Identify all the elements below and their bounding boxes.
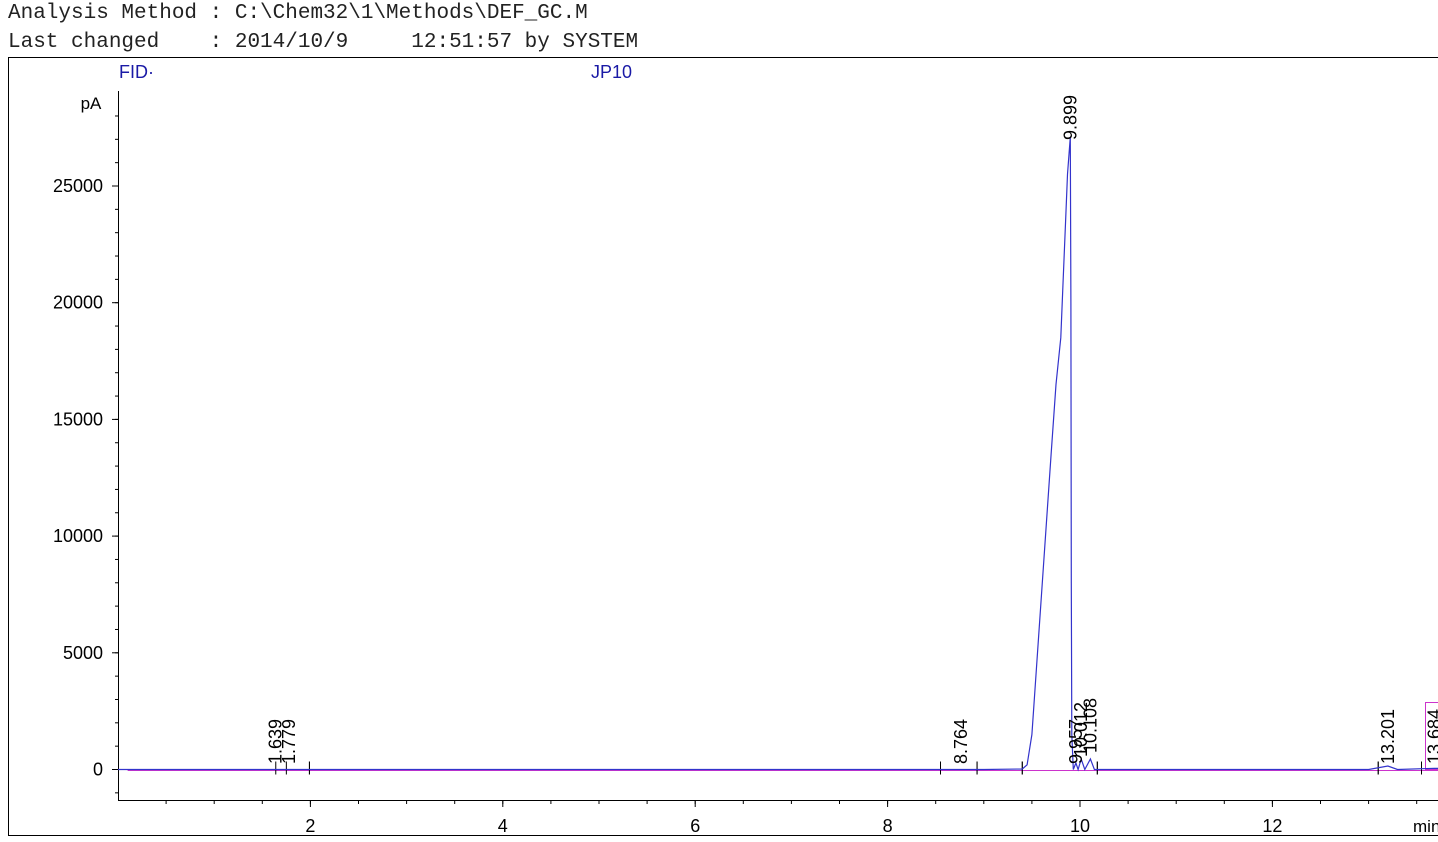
- y-tick-label: 5000: [63, 643, 103, 663]
- x-tick-label: 10: [1070, 816, 1090, 836]
- y-tick-label: 25000: [53, 176, 103, 196]
- y-tick-label: 20000: [53, 293, 103, 313]
- peak-label: 13.201: [1378, 709, 1398, 764]
- detector-label: FID·: [119, 62, 154, 82]
- x-tick-label: 6: [690, 816, 700, 836]
- x-tick-label: 12: [1262, 816, 1282, 836]
- signal-trace: [118, 136, 1438, 772]
- y-tick-label: 15000: [53, 409, 103, 429]
- y-tick-label: 0: [93, 760, 103, 780]
- y-axis-unit-label: pA: [81, 94, 102, 113]
- peak-label: 10.108: [1080, 698, 1100, 753]
- peak-label: 8.764: [951, 719, 971, 764]
- peak-label: 9.899: [1060, 95, 1080, 140]
- peak-label: 13.684: [1424, 709, 1438, 764]
- x-tick-label: 8: [883, 816, 893, 836]
- x-tick-label: 2: [305, 816, 315, 836]
- y-tick-label: 10000: [53, 526, 103, 546]
- x-axis-unit-label: min: [1413, 817, 1438, 836]
- chart-frame: [8, 57, 1438, 836]
- chromatogram-chart: 0 5000 10000 15000 20000 25000 2 4 6 8 10 12 pA min FI…: [8, 57, 1438, 836]
- sample-label: JP10: [591, 62, 632, 82]
- x-tick-label: 4: [498, 816, 508, 836]
- peak-label: 1.779: [279, 719, 299, 764]
